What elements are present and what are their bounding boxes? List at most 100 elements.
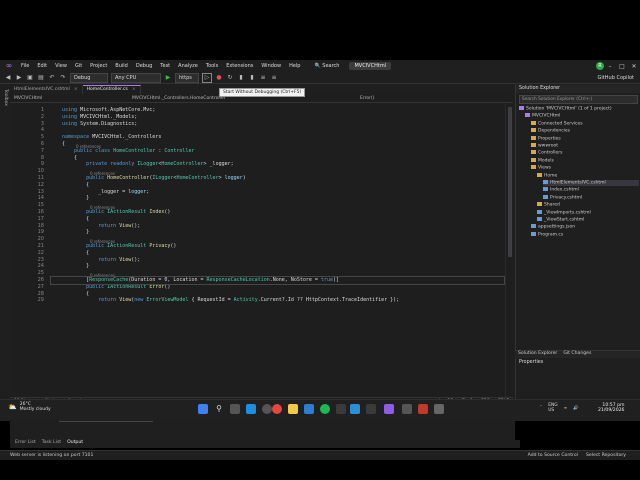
- tree-item[interactable]: Shared: [537, 202, 639, 208]
- github-copilot-button[interactable]: GitHub Copilot: [598, 75, 634, 81]
- document-tab[interactable]: HtmlElementsIVC.cshtml ×: [10, 86, 83, 94]
- tree-item[interactable]: HtmlElementsIVC.cshtml: [543, 180, 639, 186]
- tree-item[interactable]: MVCIVCHtml: [525, 113, 639, 119]
- comment-icon[interactable]: ≡: [259, 74, 267, 82]
- document-tab[interactable]: HomeController.cs ×: [82, 85, 141, 94]
- code-line[interactable]: namespace MVCIVCHtml._Controllers: [62, 134, 161, 140]
- terminal-icon[interactable]: [336, 404, 346, 414]
- tree-item[interactable]: Models: [531, 157, 639, 163]
- weather-widget[interactable]: ⛅ 26°C Mostly cloudy: [8, 402, 51, 412]
- back-icon[interactable]: ◀: [4, 74, 12, 82]
- visual-studio-icon[interactable]: [384, 404, 394, 414]
- chrome-icon[interactable]: [272, 404, 282, 414]
- code-line[interactable]: private readonly ILogger<HomeController>…: [62, 161, 234, 167]
- minimize-icon[interactable]: –: [604, 63, 616, 70]
- add-to-source-control[interactable]: Add to Source Control: [528, 453, 586, 458]
- undo-icon[interactable]: ↶: [48, 74, 56, 82]
- code-line[interactable]: return View(new ErrorViewModel { Request…: [62, 297, 399, 303]
- menu-item[interactable]: Analyze: [174, 63, 202, 69]
- code-line[interactable]: return View();: [62, 223, 140, 229]
- redo-icon[interactable]: ↷: [59, 74, 67, 82]
- system-tray[interactable]: ˆ ENG US ≈ 🔊: [540, 403, 579, 413]
- code-line[interactable]: {: [62, 182, 89, 188]
- tree-item[interactable]: appsettings.json: [531, 224, 639, 230]
- save-all-icon[interactable]: ▤: [37, 74, 45, 82]
- edge-icon[interactable]: [246, 404, 256, 414]
- app5-icon[interactable]: [434, 404, 444, 414]
- file-explorer-icon[interactable]: [288, 404, 298, 414]
- run-target-dropdown[interactable]: https: [175, 72, 199, 83]
- menu-item[interactable]: Extensions: [222, 63, 257, 69]
- menu-item[interactable]: File: [17, 63, 33, 69]
- search-icon[interactable]: ⚲: [214, 404, 224, 414]
- code-editor[interactable]: 1 using Microsoft.AspNetCore.Mvc; 2 using M…: [10, 103, 505, 397]
- select-repository[interactable]: Select Repository: [586, 453, 640, 458]
- app4-icon[interactable]: [418, 404, 428, 414]
- tree-item[interactable]: Views: [531, 165, 639, 171]
- start-debugging-icon[interactable]: ▶: [164, 74, 172, 82]
- menu-item[interactable]: Tools: [202, 63, 222, 69]
- store-icon[interactable]: [304, 404, 314, 414]
- menu-item[interactable]: Git: [71, 63, 86, 69]
- maximize-icon[interactable]: □: [616, 63, 628, 70]
- nav-project-dropdown[interactable]: MVCIVCHtml: [10, 96, 128, 101]
- code-line[interactable]: using MVCIVCHtml._Models;: [62, 114, 137, 120]
- menu-item[interactable]: Build: [111, 63, 132, 69]
- code-line[interactable]: public IActionResult Index(): [62, 209, 170, 215]
- tree-item[interactable]: Controllers: [531, 150, 639, 156]
- save-icon[interactable]: ▣: [26, 74, 34, 82]
- editor-scrollbar[interactable]: [505, 103, 514, 397]
- tree-item[interactable]: Index.cshtml: [543, 187, 639, 193]
- bookmark-icon[interactable]: ▮: [248, 74, 256, 82]
- close-tab-icon[interactable]: ×: [74, 87, 78, 92]
- code-line[interactable]: using Microsoft.AspNetCore.Mvc;: [62, 107, 155, 113]
- menu-item[interactable]: Test: [156, 63, 174, 69]
- folder-icon[interactable]: ▮: [237, 74, 245, 82]
- hot-reload-icon[interactable]: ●: [215, 74, 223, 82]
- code-line[interactable]: {: [62, 141, 65, 147]
- bottom-tab[interactable]: Task List: [42, 440, 61, 448]
- volume-icon[interactable]: 🔊: [573, 406, 578, 411]
- menu-item[interactable]: Project: [86, 63, 111, 69]
- code-line[interactable]: {: [62, 155, 77, 161]
- task-view-icon[interactable]: [230, 404, 240, 414]
- app-icon[interactable]: [262, 404, 272, 414]
- app3-icon[interactable]: [402, 404, 412, 414]
- start-without-debugging-icon[interactable]: ▷: [202, 72, 212, 83]
- config-dropdown[interactable]: Debug: [70, 72, 108, 83]
- menu-item[interactable]: Debug: [132, 63, 156, 69]
- search-menu[interactable]: 🔍 Search: [310, 63, 343, 69]
- bottom-tab[interactable]: Error List: [15, 440, 36, 448]
- tree-item[interactable]: Solution 'MVCIVCHtml' (1 of 1 project): [519, 106, 639, 112]
- uncomment-icon[interactable]: ≡: [270, 74, 278, 82]
- code-line[interactable]: }: [62, 229, 89, 235]
- menu-item[interactable]: Window: [257, 63, 285, 69]
- tree-item[interactable]: _ViewImports.cshtml: [537, 209, 639, 215]
- code-line[interactable]: }: [62, 195, 89, 201]
- menu-item[interactable]: Help: [285, 63, 304, 69]
- chevron-up-icon[interactable]: ˆ: [540, 406, 542, 411]
- bottom-tab[interactable]: Output: [67, 440, 83, 448]
- tree-item[interactable]: _ViewStart.cshtml: [537, 217, 639, 223]
- tree-item[interactable]: Connected Services: [531, 120, 639, 126]
- app2-icon[interactable]: [366, 404, 376, 414]
- tree-item[interactable]: Dependencies: [531, 128, 639, 134]
- code-line[interactable]: using System.Diagnostics;: [62, 121, 137, 127]
- tree-item[interactable]: Properties: [531, 135, 639, 141]
- tree-item[interactable]: Privacy.cshtml: [543, 194, 639, 200]
- spotify-icon[interactable]: [320, 404, 330, 414]
- code-line[interactable]: _logger = logger;: [62, 189, 149, 195]
- code-line[interactable]: {: [62, 250, 89, 256]
- solution-explorer-search[interactable]: Search Solution Explorer (Ctrl+;): [519, 95, 638, 104]
- code-line[interactable]: public class HomeController : Controller: [62, 148, 194, 154]
- vscode-icon[interactable]: [350, 404, 360, 414]
- start-icon[interactable]: [198, 404, 208, 414]
- wifi-icon[interactable]: ≈: [564, 406, 568, 411]
- nav-member-dropdown[interactable]: Error(): [356, 96, 378, 101]
- menu-item[interactable]: Edit: [33, 63, 51, 69]
- code-line[interactable]: {: [62, 291, 89, 297]
- code-line[interactable]: public HomeController(ILogger<HomeContro…: [62, 175, 246, 181]
- tree-item[interactable]: wwwroot: [531, 143, 639, 149]
- toolbox-tab[interactable]: Toolbox: [3, 89, 8, 106]
- code-line[interactable]: return View();: [62, 257, 140, 263]
